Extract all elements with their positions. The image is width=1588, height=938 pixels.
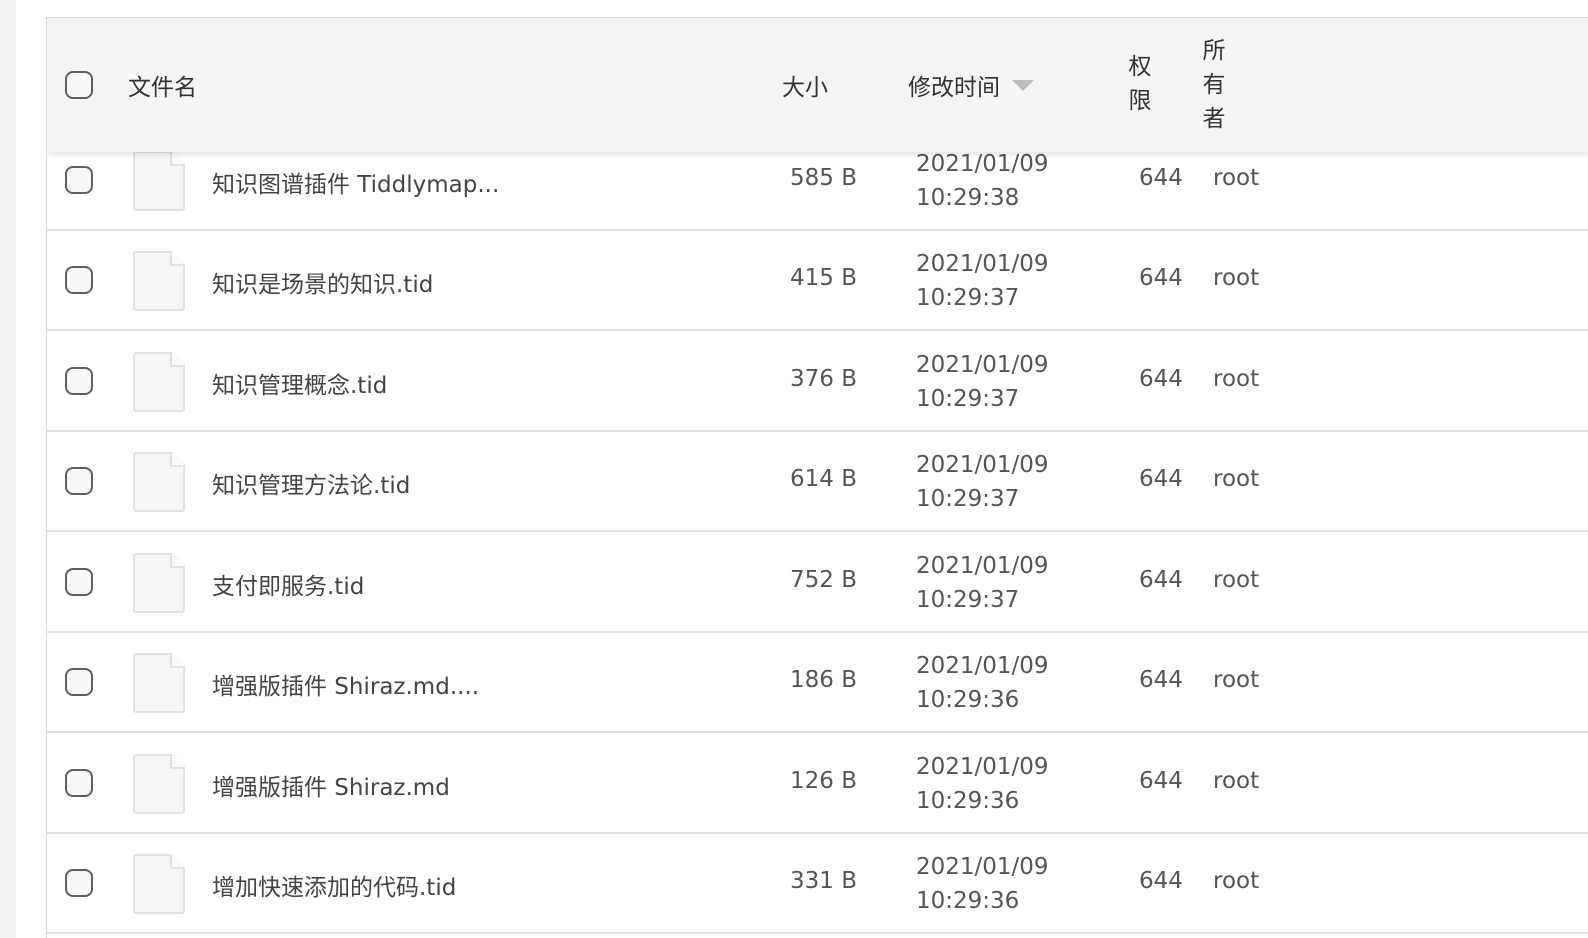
file-size: 186 B [790, 667, 857, 693]
file-icon [133, 352, 185, 412]
row-checkbox[interactable] [65, 668, 93, 696]
file-icon [133, 854, 185, 914]
file-size: 376 B [790, 366, 857, 392]
mtime-time: 10:29:38 [916, 185, 1020, 211]
file-permission: 644 [1139, 567, 1183, 593]
file-name[interactable]: 增强版插件 Shiraz.md [212, 768, 450, 802]
file-name[interactable]: 知识图谱插件 Tiddlymap... [212, 165, 499, 199]
mtime-date: 2021/01/09 [916, 653, 1049, 679]
file-owner: root [1213, 265, 1260, 291]
file-icon [133, 452, 185, 512]
select-all-checkbox[interactable] [65, 71, 93, 99]
file-size: 331 B [790, 868, 857, 894]
file-owner: root [1213, 667, 1260, 693]
row-checkbox[interactable] [65, 266, 93, 294]
file-mtime: 2021/01/09 10:29:37 [916, 247, 1049, 315]
table-row[interactable]: 增强版插件 Shiraz.md 126 B 2021/01/09 10:29:3… [47, 734, 1588, 834]
file-icon [133, 653, 185, 713]
mtime-date: 2021/01/09 [916, 151, 1049, 177]
column-header-mtime[interactable]: 修改时间 [908, 68, 1034, 102]
file-mtime: 2021/01/09 10:29:37 [916, 448, 1049, 516]
column-header-permission[interactable]: 权限 [1127, 50, 1153, 118]
table-row[interactable]: 增加快速添加的代码.tid 331 B 2021/01/09 10:29:36 … [47, 834, 1588, 934]
table-row[interactable]: 支付即服务.tid 752 B 2021/01/09 10:29:37 644 … [47, 533, 1588, 633]
file-mtime: 2021/01/09 10:29:38 [916, 147, 1049, 215]
row-checkbox[interactable] [65, 869, 93, 897]
file-permission: 644 [1139, 165, 1183, 191]
mtime-date: 2021/01/09 [916, 251, 1049, 277]
mtime-time: 10:29:36 [916, 788, 1020, 814]
mtime-time: 10:29:37 [916, 486, 1020, 512]
file-size: 415 B [790, 265, 857, 291]
mtime-time: 10:29:37 [916, 587, 1020, 613]
mtime-date: 2021/01/09 [916, 754, 1049, 780]
file-mtime: 2021/01/09 10:29:37 [916, 348, 1049, 416]
file-permission: 644 [1139, 768, 1183, 794]
row-checkbox[interactable] [65, 467, 93, 495]
file-owner: root [1213, 567, 1260, 593]
row-checkbox[interactable] [65, 166, 93, 194]
mtime-time: 10:29:36 [916, 888, 1020, 914]
mtime-time: 10:29:36 [916, 687, 1020, 713]
sort-descending-icon[interactable] [1012, 79, 1034, 91]
mtime-time: 10:29:37 [916, 285, 1020, 311]
file-name[interactable]: 增加快速添加的代码.tid [212, 868, 456, 902]
mtime-date: 2021/01/09 [916, 452, 1049, 478]
file-name[interactable]: 支付即服务.tid [212, 567, 364, 601]
file-permission: 644 [1139, 265, 1183, 291]
file-name[interactable]: 知识管理概念.tid [212, 366, 387, 400]
table-row[interactable]: 知识是场景的知识.tid 415 B 2021/01/09 10:29:37 6… [47, 231, 1588, 331]
file-icon [133, 251, 185, 311]
file-table: 知识图谱插件 Tiddlymap... 585 B 2021/01/09 10:… [46, 17, 1588, 938]
file-permission: 644 [1139, 366, 1183, 392]
column-header-mtime-label: 修改时间 [908, 75, 1000, 101]
file-owner: root [1213, 768, 1260, 794]
table-row[interactable]: 知识管理概念.tid 376 B 2021/01/09 10:29:37 644… [47, 332, 1588, 432]
file-name[interactable]: 知识是场景的知识.tid [212, 265, 433, 299]
file-owner: root [1213, 366, 1260, 392]
file-icon [133, 553, 185, 613]
file-mtime: 2021/01/09 10:29:36 [916, 750, 1049, 818]
file-size: 614 B [790, 466, 857, 492]
file-size: 752 B [790, 567, 857, 593]
mtime-date: 2021/01/09 [916, 352, 1049, 378]
file-size: 126 B [790, 768, 857, 794]
file-mtime: 2021/01/09 10:29:36 [916, 850, 1049, 918]
table-header: 文件名 大小 修改时间 权限 所有者 [47, 18, 1588, 152]
file-mtime: 2021/01/09 10:29:36 [916, 649, 1049, 717]
file-owner: root [1213, 165, 1260, 191]
file-mtime: 2021/01/09 10:29:37 [916, 549, 1049, 617]
table-row[interactable]: 增强版插件 Shiraz.md.... 186 B 2021/01/09 10:… [47, 633, 1588, 733]
row-checkbox[interactable] [65, 769, 93, 797]
file-name[interactable]: 增强版插件 Shiraz.md.... [212, 667, 479, 701]
table-row[interactable]: 知识管理方法论.tid 614 B 2021/01/09 10:29:37 64… [47, 432, 1588, 532]
file-permission: 644 [1139, 667, 1183, 693]
left-gutter [0, 0, 16, 937]
file-owner: root [1213, 868, 1260, 894]
mtime-date: 2021/01/09 [916, 854, 1049, 880]
mtime-time: 10:29:37 [916, 386, 1020, 412]
file-permission: 644 [1139, 868, 1183, 894]
file-permission: 644 [1139, 466, 1183, 492]
row-checkbox[interactable] [65, 367, 93, 395]
column-header-size[interactable]: 大小 [782, 68, 828, 102]
file-name[interactable]: 知识管理方法论.tid [212, 466, 410, 500]
column-header-name[interactable]: 文件名 [128, 68, 197, 102]
file-icon [133, 754, 185, 814]
column-header-owner[interactable]: 所有者 [1201, 34, 1227, 136]
file-icon [133, 151, 185, 211]
file-size: 585 B [790, 165, 857, 191]
row-checkbox[interactable] [65, 568, 93, 596]
file-owner: root [1213, 466, 1260, 492]
mtime-date: 2021/01/09 [916, 553, 1049, 579]
